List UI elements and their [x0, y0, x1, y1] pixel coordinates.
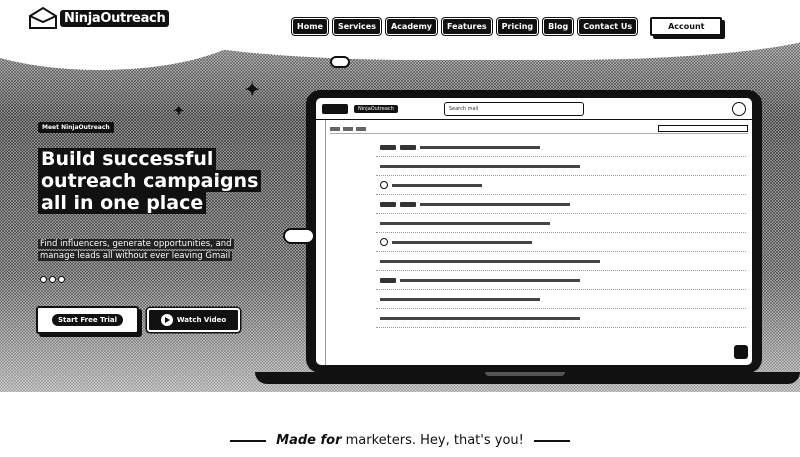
headline-line: Build successful [38, 148, 217, 170]
toolbar-icon [330, 126, 340, 131]
hero-badge: Meet NinjaOutreach [38, 122, 114, 133]
divider [230, 439, 266, 442]
mail-line [380, 316, 580, 320]
start-trial-label: Start Free Trial [51, 314, 124, 326]
mail-tag [380, 201, 396, 207]
tagline-emphasis: Made for [276, 433, 342, 448]
list-item [376, 290, 746, 309]
envelope-icon [29, 6, 57, 29]
sparkle-icon: ✦ [243, 78, 262, 103]
list-item [376, 157, 746, 176]
headline-line: all in one place [38, 192, 207, 214]
laptop-base [255, 372, 800, 384]
nav-services[interactable]: Services [332, 18, 381, 35]
app-sidebar [316, 120, 326, 365]
logo[interactable]: NinjaOutreach [28, 6, 170, 30]
subtext-line: Find influencers, generate opportunities… [38, 239, 234, 249]
mail-line [380, 164, 580, 168]
nav-home[interactable]: Home [292, 18, 328, 35]
mail-line [392, 183, 482, 187]
toolbar-icon [343, 126, 353, 131]
start-trial-button[interactable]: Start Free Trial [36, 306, 139, 334]
list-item [376, 233, 746, 252]
app-preview: NinjaOutreach Search mail [316, 98, 752, 365]
sparkle-icon: ✦ [172, 101, 186, 120]
app-toolbar [330, 124, 748, 134]
nav-contact[interactable]: Contact Us [578, 18, 638, 35]
mail-line [380, 297, 540, 301]
nav-features[interactable]: Features [442, 18, 492, 35]
list-item [376, 309, 746, 328]
mail-tag [380, 144, 396, 150]
list-item [376, 195, 746, 214]
mail-line [420, 145, 540, 149]
hero-subtext: Find influencers, generate opportunities… [38, 238, 248, 262]
list-item [376, 252, 746, 271]
mail-avatar [380, 181, 388, 189]
play-icon [160, 314, 173, 326]
list-item [376, 138, 746, 157]
headline-line: outreach campaigns [38, 170, 262, 192]
cloud-icon [330, 56, 350, 68]
rating-dots [40, 276, 65, 283]
main-nav: Home Services Academy Features Pricing B… [292, 17, 723, 36]
mail-line [392, 240, 532, 244]
hero-headline: Build successful outreach campaigns all … [38, 148, 278, 214]
mail-line [380, 221, 550, 225]
toolbar-search [658, 125, 748, 132]
app-pill: NinjaOutreach [354, 104, 398, 113]
subtext-line: manage leads all without ever leaving Gm… [38, 251, 233, 261]
mail-list [376, 138, 746, 355]
logo-text: NinjaOutreach [60, 9, 170, 27]
watch-video-label: Watch Video [176, 316, 227, 324]
tagline-text: marketers. Hey, that's you! [341, 433, 524, 448]
chat-button [734, 345, 748, 359]
mail-avatar [380, 238, 388, 246]
list-item [376, 214, 746, 233]
mail-line [380, 259, 600, 263]
nav-academy[interactable]: Academy [385, 18, 438, 35]
account-button[interactable]: Account [650, 17, 723, 36]
tagline: Made for marketers. Hey, that's you! [0, 433, 800, 448]
list-item [376, 176, 746, 195]
mail-tag [400, 144, 416, 150]
app-logo [322, 103, 348, 114]
mail-tag [400, 201, 416, 207]
list-item [376, 271, 746, 290]
laptop-screen: NinjaOutreach Search mail [306, 90, 762, 373]
mail-tag [380, 277, 396, 283]
nav-blog[interactable]: Blog [543, 18, 574, 35]
app-topbar: NinjaOutreach Search mail [316, 98, 752, 120]
watch-video-button[interactable]: Watch Video [147, 308, 240, 332]
app-avatar [732, 101, 746, 116]
rating-dot [40, 276, 47, 283]
rating-dot [58, 276, 65, 283]
mail-line [420, 202, 570, 206]
nav-pricing[interactable]: Pricing [496, 18, 539, 35]
toolbar-icon [356, 126, 366, 131]
app-search-input: Search mail [443, 101, 584, 116]
rating-dot [49, 276, 56, 283]
mail-line [400, 278, 580, 282]
cloud-icon [283, 228, 315, 244]
divider [534, 439, 570, 442]
